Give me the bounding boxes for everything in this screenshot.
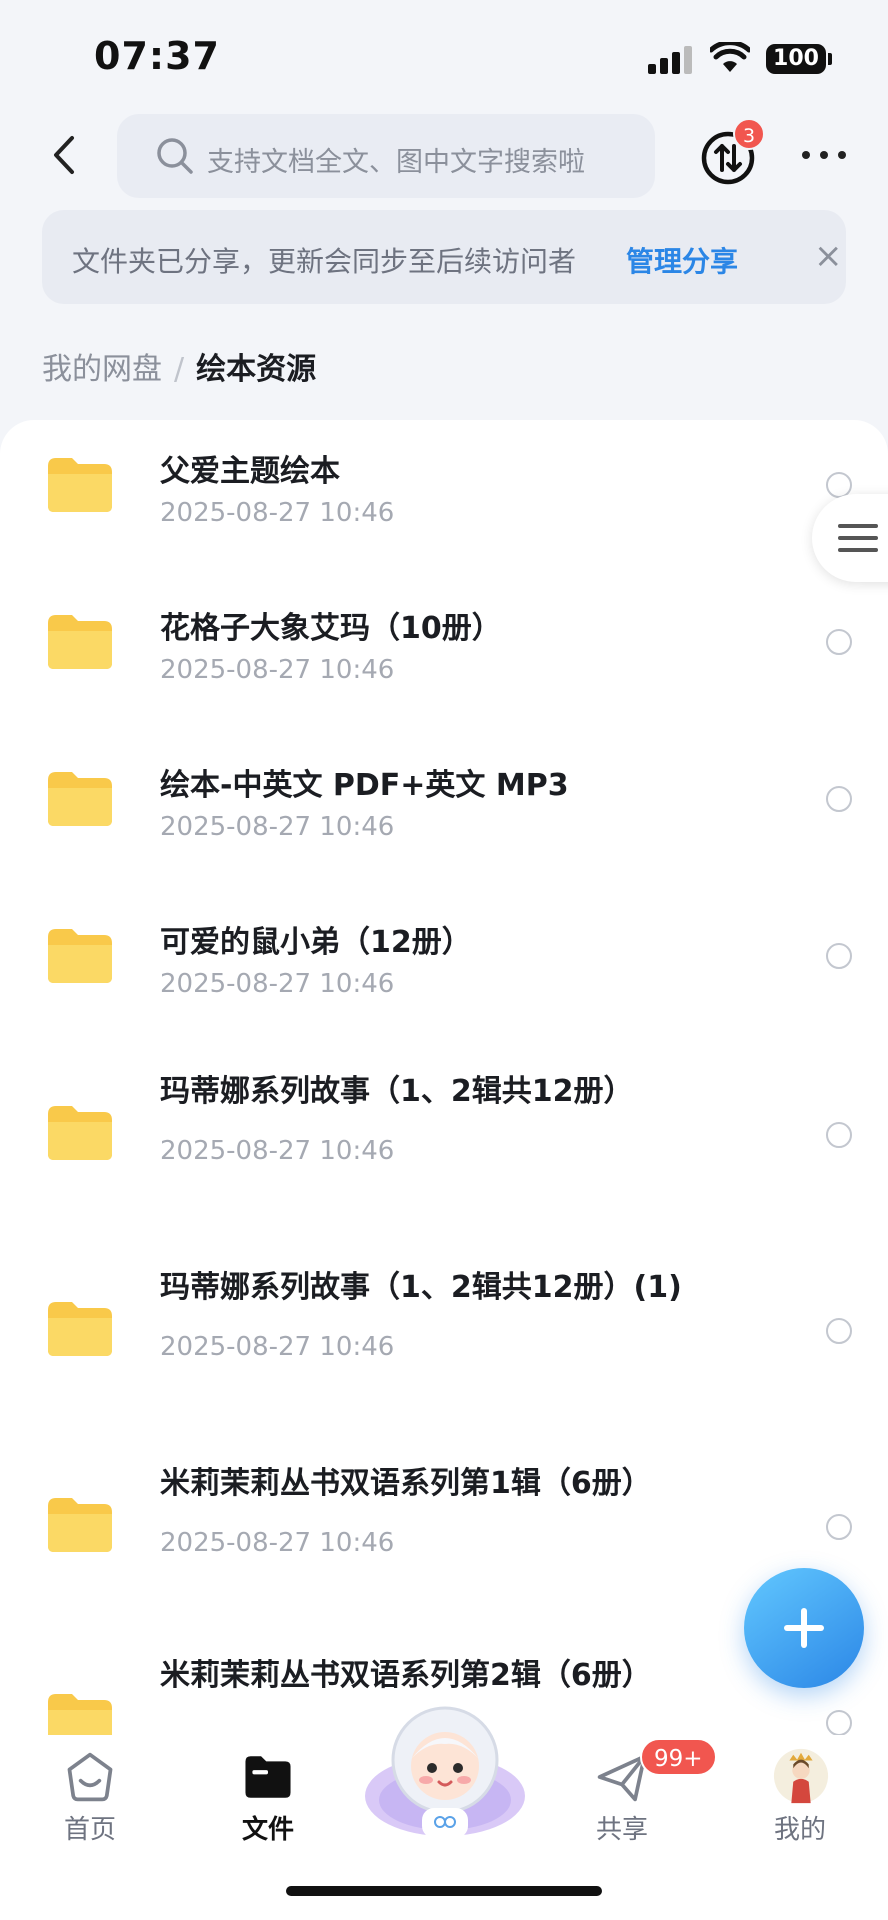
add-button[interactable]	[744, 1568, 864, 1688]
file-date: 2025-08-27 10:46	[160, 655, 395, 685]
list-item[interactable]: 绘本-中英文 PDF+英文 MP3 2025-08-27 10:46	[0, 734, 888, 884]
file-name: 绘本-中英文 PDF+英文 MP3	[160, 768, 569, 803]
file-date: 2025-08-27 10:46	[160, 969, 395, 999]
list-item[interactable]: 父爱主题绘本 2025-08-27 10:46	[0, 420, 888, 570]
folder-icon	[48, 772, 112, 826]
close-icon[interactable]: ×	[814, 238, 850, 274]
list-item[interactable]: 花格子大象艾玛（10册） 2025-08-27 10:46	[0, 577, 888, 727]
file-name: 可爱的鼠小弟（12册）	[160, 925, 472, 960]
nav-label: 文件	[241, 1815, 294, 1845]
folder-icon	[48, 1106, 112, 1160]
file-date: 2025-08-27 10:46	[160, 812, 395, 842]
status-time: 07:37	[94, 34, 220, 78]
mascot-assistant-button[interactable]	[362, 1700, 528, 1840]
file-date: 2025-08-27 10:46	[160, 1332, 395, 1362]
transfer-badge: 3	[733, 118, 765, 150]
breadcrumb: 我的网盘 / 绘本资源	[42, 344, 316, 388]
folder-icon	[48, 1498, 112, 1552]
breadcrumb-current: 绘本资源	[196, 352, 317, 387]
folder-icon	[48, 929, 112, 983]
signal-icon	[648, 46, 694, 74]
select-radio[interactable]	[826, 1318, 852, 1344]
nav-label: 我的	[773, 1815, 826, 1845]
battery-tip	[828, 53, 832, 65]
manage-share-link[interactable]: 管理分享	[626, 240, 738, 280]
breadcrumb-root[interactable]: 我的网盘	[42, 352, 162, 387]
select-radio[interactable]	[826, 1710, 852, 1735]
home-indicator	[286, 1886, 602, 1896]
nav-mine[interactable]: 我的	[740, 1735, 860, 1855]
home-icon	[67, 1752, 113, 1802]
nav-files[interactable]: 文件	[208, 1735, 328, 1855]
file-name: 花格子大象艾玛（10册）	[160, 611, 502, 646]
folder-icon	[245, 1756, 291, 1798]
more-options-button[interactable]	[800, 146, 848, 166]
folder-icon	[48, 1302, 112, 1356]
list-item[interactable]: 可爱的鼠小弟（12册） 2025-08-27 10:46	[0, 891, 888, 1041]
nav-label: 共享	[595, 1815, 648, 1845]
folder-icon	[48, 458, 112, 512]
nav-home[interactable]: 首页	[30, 1735, 150, 1855]
file-name: 父爱主题绘本	[160, 454, 340, 489]
share-notice-text: 文件夹已分享，更新会同步至后续访问者	[72, 245, 577, 278]
select-radio[interactable]	[826, 629, 852, 655]
select-radio[interactable]	[826, 1122, 852, 1148]
file-name: 米莉茉莉丛书双语系列第2辑（6册）	[160, 1658, 652, 1693]
file-date: 2025-08-27 10:46	[160, 1136, 395, 1166]
select-radio[interactable]	[826, 943, 852, 969]
list-item[interactable]: 玛蒂娜系列故事（1、2辑共12册） 2025-08-27 10:46	[0, 1050, 888, 1240]
back-arrow-icon[interactable]	[44, 130, 84, 180]
wifi-icon	[710, 42, 750, 72]
file-name: 玛蒂娜系列故事（1、2辑共12册）	[160, 1074, 634, 1109]
nav-label: 首页	[63, 1815, 116, 1845]
battery-indicator: 100	[766, 44, 826, 74]
avatar	[773, 1748, 829, 1804]
breadcrumb-separator: /	[174, 352, 185, 387]
status-bar: 07:37 100	[0, 0, 888, 110]
share-badge: 99+	[640, 1738, 717, 1776]
search-placeholder: 支持文档全文、图中文字搜索啦	[207, 147, 585, 178]
folder-icon	[48, 615, 112, 669]
select-radio[interactable]	[826, 1514, 852, 1540]
file-name: 玛蒂娜系列故事（1、2辑共12册）(1)	[160, 1270, 682, 1305]
list-item[interactable]: 玛蒂娜系列故事（1、2辑共12册）(1) 2025-08-27 10:46	[0, 1246, 888, 1436]
search-input[interactable]: 支持文档全文、图中文字搜索啦	[117, 114, 655, 198]
file-date: 2025-08-27 10:46	[160, 1528, 395, 1558]
file-date: 2025-08-27 10:46	[160, 498, 395, 528]
share-notice-banner: 文件夹已分享，更新会同步至后续访问者 管理分享 ×	[42, 210, 846, 304]
select-radio[interactable]	[826, 786, 852, 812]
file-list: 父爱主题绘本 2025-08-27 10:46 花格子大象艾玛（10册） 202…	[0, 420, 888, 1735]
search-icon	[157, 138, 193, 174]
file-name: 米莉茉莉丛书双语系列第1辑（6册）	[160, 1466, 652, 1501]
folder-icon	[48, 1694, 112, 1735]
